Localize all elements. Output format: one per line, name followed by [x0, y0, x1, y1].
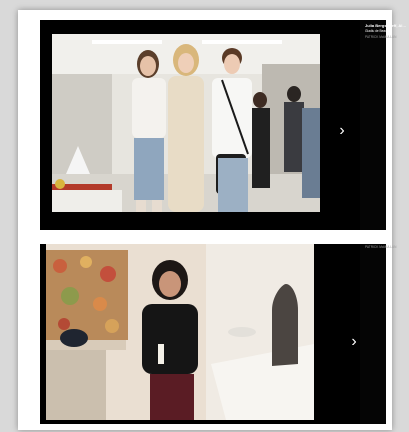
caption-sub-1: Gladiu de Beaux… [365, 29, 392, 33]
caption-title-2: Lisane… [365, 233, 382, 238]
chevron-right-icon[interactable]: › [334, 123, 350, 139]
gallery-slide-1: › Julia Bergshoeff, Al… Gladiu de Beaux…… [40, 20, 406, 230]
caption-sub-2: Ana Rend… [365, 239, 383, 243]
photo-three-women-gallery [52, 34, 320, 212]
caption-panel-2: Lisane… Ana Rend… PATRICK McMULLAN [360, 234, 396, 424]
gallery-slide-2: › Lisane… Ana Rend… PATRICK McMULLAN [40, 234, 396, 424]
gallery-frame: › Julia Bergshoeff, Al… Gladiu de Beaux…… [18, 10, 406, 430]
caption-credit-2: PATRICK McMULLAN [365, 245, 397, 249]
gallery-photo-2[interactable] [46, 244, 314, 420]
caption-credit-1: PATRICK McMULLAN [365, 35, 397, 39]
gallery-photo-1[interactable] [52, 34, 320, 212]
photo-woman-with-vase [46, 244, 314, 420]
caption-title-1: Julia Bergshoeff, Al… [365, 23, 407, 28]
caption-panel-1: Julia Bergshoeff, Al… Gladiu de Beaux… P… [360, 20, 406, 230]
